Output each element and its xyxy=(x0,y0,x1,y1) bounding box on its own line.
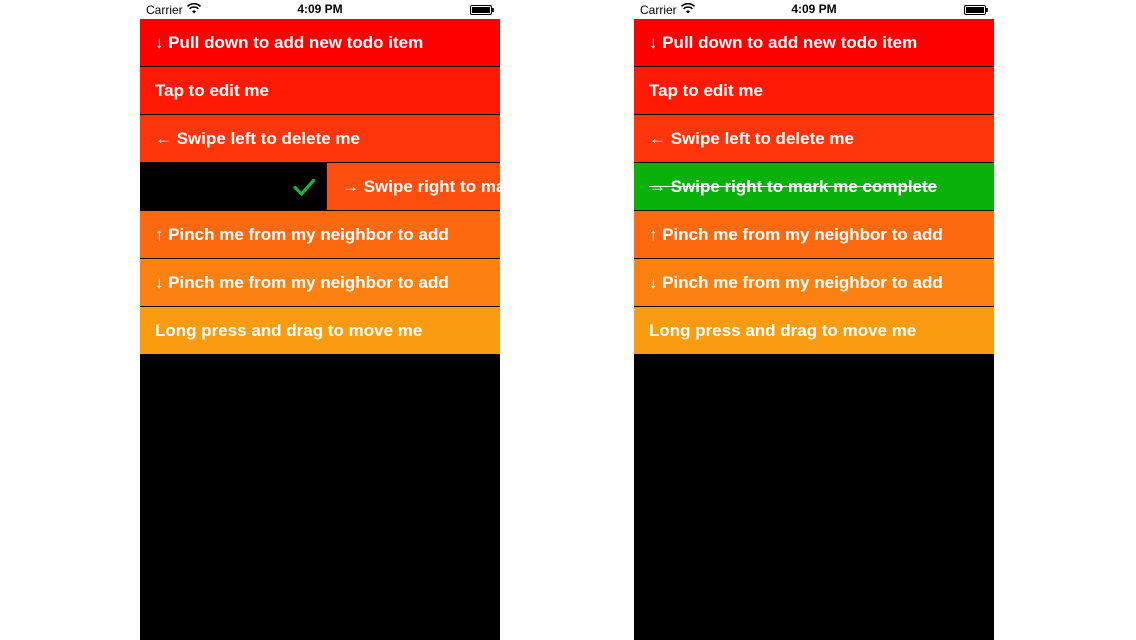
todo-label: ↑ Pinch me from my neighbor to add xyxy=(155,225,449,244)
row-background: → Swipe right to mark me complete xyxy=(327,163,500,210)
row-background: ↓ Pull down to add new todo item xyxy=(140,19,500,66)
row-background: ↑ Pinch me from my neighbor to add xyxy=(634,211,994,258)
todo-label: ↓ Pinch me from my neighbor to add xyxy=(649,273,943,292)
row-background: ↑ Pinch me from my neighbor to add xyxy=(140,211,500,258)
todo-list: ↓ Pull down to add new todo item Tap to … xyxy=(140,19,500,355)
status-time: 4:09 PM xyxy=(791,2,837,16)
status-bar: Carrier 4:09 PM xyxy=(634,0,994,19)
todo-row[interactable]: ↑ Pinch me from my neighbor to add xyxy=(634,211,994,259)
status-bar: Carrier 4:09 PM xyxy=(140,0,500,19)
todo-row[interactable]: ← Swipe left to delete me xyxy=(140,115,500,163)
row-background: Long press and drag to move me xyxy=(634,307,994,354)
todo-row[interactable]: ↓ Pinch me from my neighbor to add xyxy=(634,259,994,307)
todo-label: ← Swipe left to delete me xyxy=(155,129,360,148)
empty-list-area[interactable] xyxy=(140,355,500,640)
todo-label: Long press and drag to move me xyxy=(155,321,423,340)
todo-row[interactable]: Long press and drag to move me xyxy=(140,307,500,355)
todo-label: ↓ Pull down to add new todo item xyxy=(155,33,424,52)
row-background: Tap to edit me xyxy=(140,67,500,114)
row-background: Long press and drag to move me xyxy=(140,307,500,354)
todo-row[interactable]: Long press and drag to move me xyxy=(634,307,994,355)
todo-row[interactable]: ↓ Pull down to add new todo item xyxy=(140,19,500,67)
status-time: 4:09 PM xyxy=(297,2,343,16)
battery-icon xyxy=(964,5,988,15)
todo-label: ↓ Pull down to add new todo item xyxy=(649,33,918,52)
todo-label: ↓ Pinch me from my neighbor to add xyxy=(155,273,449,292)
todo-label: → Swipe right to mark me complete xyxy=(649,177,938,196)
todo-label: ↑ Pinch me from my neighbor to add xyxy=(649,225,943,244)
todo-row[interactable]: ← Swipe left to delete me xyxy=(634,115,994,163)
row-background: ← Swipe left to delete me xyxy=(140,115,500,162)
todo-row[interactable]: ↓ Pull down to add new todo item xyxy=(634,19,994,67)
phone-screen-left: Carrier 4:09 PM ↓ Pull down to add new t… xyxy=(140,0,500,640)
row-background: ↓ Pull down to add new todo item xyxy=(634,19,994,66)
phone-screen-right: Carrier 4:09 PM ↓ Pull down to add new t… xyxy=(634,0,994,640)
row-background: → Swipe right to mark me complete xyxy=(634,163,994,210)
row-background: Tap to edit me xyxy=(634,67,994,114)
todo-label: Long press and drag to move me xyxy=(649,321,917,340)
todo-row-swiping[interactable]: → Swipe right to mark me complete xyxy=(140,163,500,211)
checkmark-icon xyxy=(293,178,315,196)
empty-list-area[interactable] xyxy=(634,355,994,640)
todo-row[interactable]: Tap to edit me xyxy=(140,67,500,115)
todo-label: Tap to edit me xyxy=(649,81,763,100)
row-background: ↓ Pinch me from my neighbor to add xyxy=(634,259,994,306)
row-background: ↓ Pinch me from my neighbor to add xyxy=(140,259,500,306)
todo-label: Tap to edit me xyxy=(155,81,269,100)
todo-label: → Swipe right to mark me complete xyxy=(342,177,500,196)
battery-icon xyxy=(470,5,494,15)
todo-row[interactable]: ↓ Pinch me from my neighbor to add xyxy=(140,259,500,307)
row-background: ← Swipe left to delete me xyxy=(634,115,994,162)
todo-label: ← Swipe left to delete me xyxy=(649,129,854,148)
todo-row[interactable]: ↑ Pinch me from my neighbor to add xyxy=(140,211,500,259)
todo-list: ↓ Pull down to add new todo item Tap to … xyxy=(634,19,994,355)
todo-row[interactable]: Tap to edit me xyxy=(634,67,994,115)
todo-row-completed[interactable]: → Swipe right to mark me complete xyxy=(634,163,994,211)
